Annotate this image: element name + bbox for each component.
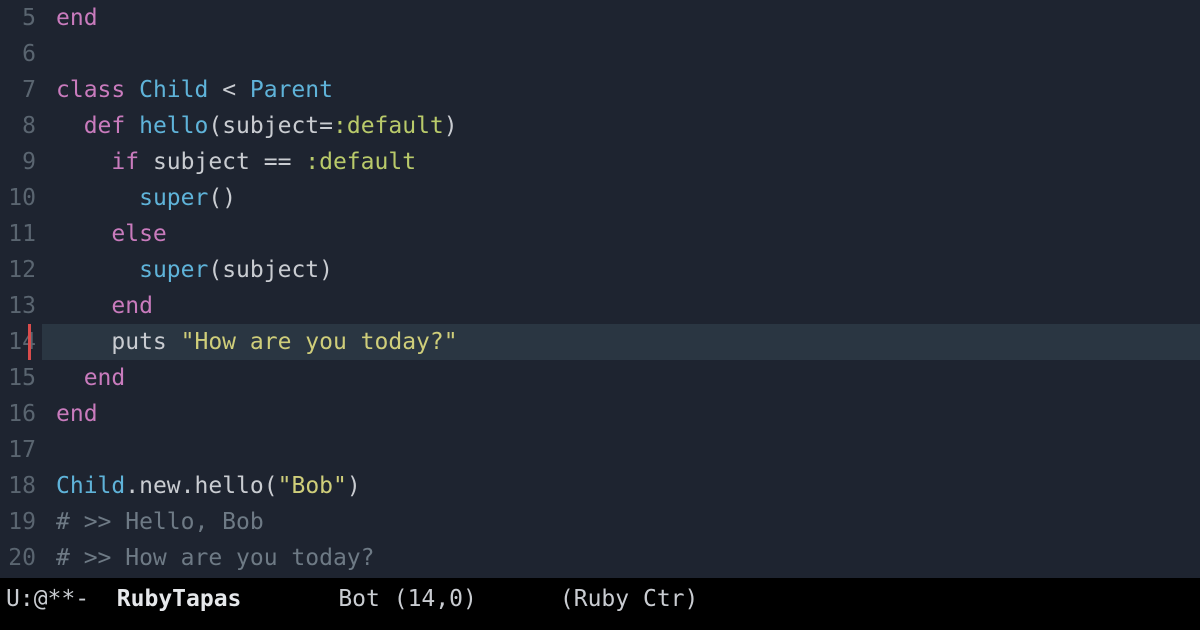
- code-token: [56, 257, 139, 283]
- line-number: 9: [0, 144, 42, 180]
- code-token: end: [56, 5, 98, 31]
- code-token: Parent: [250, 77, 333, 103]
- code-token: super: [139, 257, 208, 283]
- code-token: subject: [222, 257, 319, 283]
- code-token: # >> How are you today?: [56, 545, 375, 571]
- code-token: :default: [333, 113, 444, 139]
- code-token: [56, 185, 139, 211]
- code-token: new: [139, 473, 181, 499]
- code-token: [56, 365, 84, 391]
- code-token: Child: [56, 473, 125, 499]
- line-number: 10: [0, 180, 42, 216]
- code-token: class: [56, 77, 139, 103]
- line-number: 11: [0, 216, 42, 252]
- line-number: 15: [0, 360, 42, 396]
- code-line[interactable]: super(): [56, 180, 1200, 216]
- code-token: subject: [153, 149, 250, 175]
- code-token: [56, 113, 84, 139]
- code-line[interactable]: super(subject): [56, 252, 1200, 288]
- line-number: 12: [0, 252, 42, 288]
- line-number: 8: [0, 108, 42, 144]
- code-token: hello: [195, 473, 264, 499]
- line-number: 20: [0, 540, 42, 576]
- code-line[interactable]: [56, 432, 1200, 468]
- line-number: 5: [0, 0, 42, 36]
- status-buffer-name: RubyTapas: [117, 582, 242, 617]
- code-token: .: [181, 473, 195, 499]
- code-token: end: [84, 365, 126, 391]
- code-token: hello: [139, 113, 208, 139]
- code-token: end: [111, 293, 153, 319]
- code-token: "Bob": [278, 473, 347, 499]
- code-token: (: [208, 257, 222, 283]
- line-number: 17: [0, 432, 42, 468]
- code-token: super: [139, 185, 208, 211]
- code-token: else: [111, 221, 166, 247]
- code-token: Child: [139, 77, 208, 103]
- code-token: [56, 329, 111, 355]
- code-token: [56, 293, 111, 319]
- code-token: puts: [111, 329, 180, 355]
- line-number: 7: [0, 72, 42, 108]
- code-token: (: [264, 473, 278, 499]
- code-token: [56, 221, 111, 247]
- code-line[interactable]: else: [56, 216, 1200, 252]
- code-token: # >> Hello, Bob: [56, 509, 264, 535]
- code-line[interactable]: # >> How are you today?: [56, 540, 1200, 576]
- code-line[interactable]: puts "How are you today?": [42, 324, 1200, 360]
- code-token: ): [444, 113, 458, 139]
- code-line[interactable]: class Child < Parent: [56, 72, 1200, 108]
- code-line[interactable]: end: [56, 396, 1200, 432]
- code-token: if: [111, 149, 153, 175]
- line-number: 13: [0, 288, 42, 324]
- line-number: 6: [0, 36, 42, 72]
- code-token: (: [208, 113, 222, 139]
- code-token: =: [319, 113, 333, 139]
- status-mode: (Ruby Ctr): [477, 582, 699, 617]
- code-token: end: [56, 401, 98, 427]
- line-number: 14: [0, 324, 42, 360]
- code-line[interactable]: Child.new.hello("Bob"): [56, 468, 1200, 504]
- status-bar: U:@**- RubyTapas Bot (14,0) (Ruby Ctr): [0, 578, 1200, 630]
- code-line[interactable]: end: [56, 360, 1200, 396]
- status-position: Bot (14,0): [241, 582, 476, 617]
- line-number: 16: [0, 396, 42, 432]
- line-number: 19: [0, 504, 42, 540]
- code-token: ==: [250, 149, 305, 175]
- status-left: U:@**-: [6, 582, 117, 617]
- code-token: :default: [305, 149, 416, 175]
- code-token: "How are you today?": [181, 329, 458, 355]
- code-token: (): [208, 185, 236, 211]
- code-editor[interactable]: 567891011121314151617181920 end class Chi…: [0, 0, 1200, 578]
- code-token: .: [125, 473, 139, 499]
- code-line[interactable]: end: [56, 0, 1200, 36]
- code-area[interactable]: endclass Child < Parent def hello(subjec…: [42, 0, 1200, 578]
- line-number-gutter: 567891011121314151617181920: [0, 0, 42, 578]
- code-token: ): [347, 473, 361, 499]
- code-token: subject: [222, 113, 319, 139]
- code-line[interactable]: end: [56, 288, 1200, 324]
- code-line[interactable]: if subject == :default: [56, 144, 1200, 180]
- code-line[interactable]: [56, 36, 1200, 72]
- code-token: ): [319, 257, 333, 283]
- code-token: def: [84, 113, 139, 139]
- code-token: <: [208, 77, 250, 103]
- code-line[interactable]: # >> Hello, Bob: [56, 504, 1200, 540]
- code-line[interactable]: def hello(subject=:default): [56, 108, 1200, 144]
- line-number: 18: [0, 468, 42, 504]
- code-token: [56, 149, 111, 175]
